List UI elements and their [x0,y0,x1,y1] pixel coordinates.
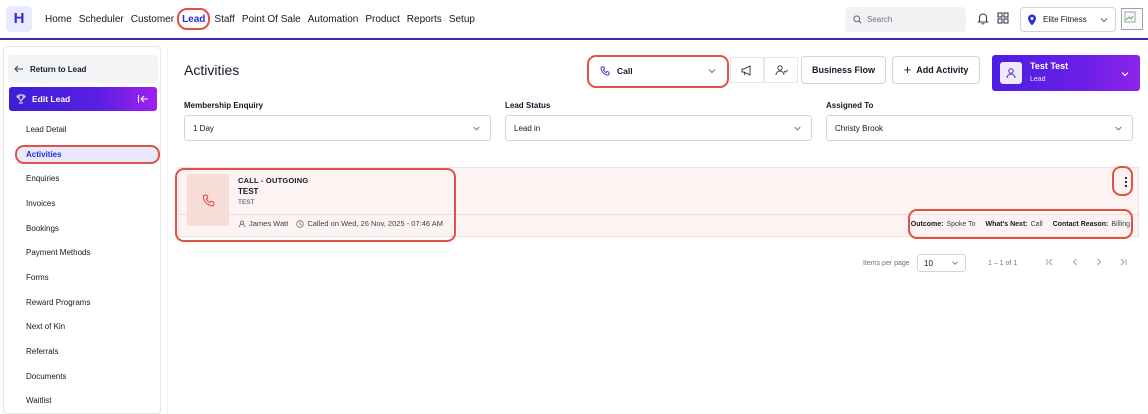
sidebar-item-label: Documents [26,371,67,381]
sidebar-item-label: Invoices [26,198,56,208]
top-navigation-bar: H Home Scheduler Customer Lead Staff Poi… [0,0,1148,40]
lead-status-label: Lead Status [505,101,551,110]
search-icon [853,15,862,24]
sidebar-item-label: Referrals [26,347,59,357]
lead-avatar [1000,62,1022,84]
sidebar-item-payment-methods[interactable]: Payment Methods [4,240,162,265]
assign-user-button[interactable] [764,57,798,83]
sidebar-item-reward-programs[interactable]: Reward Programs [4,290,162,315]
nav-staff[interactable]: Staff [214,14,234,25]
nav-lead[interactable]: Lead [177,8,211,30]
sidebar-item-lead-detail[interactable]: Lead Detail [4,117,162,142]
chevron-down-icon [1121,72,1129,77]
previous-page-icon[interactable] [1070,257,1080,267]
chevron-down-icon [1100,17,1108,22]
sidebar-item-activities[interactable]: Activities [4,142,162,167]
return-to-lead-button[interactable]: Return to Lead [8,55,158,83]
sidebar-item-label: Reward Programs [26,297,91,307]
sidebar-item-label: Forms [26,272,49,282]
bell-icon[interactable] [976,11,990,25]
edit-lead-header: Edit Lead [9,87,157,111]
nav-automation[interactable]: Automation [308,14,359,25]
main-nav: Home Scheduler Customer Lead Staff Point… [45,0,482,38]
items-per-page-select[interactable]: 10 [917,254,966,272]
nav-setup[interactable]: Setup [449,14,475,25]
plus-icon: + [903,62,912,77]
sidebar-item-label: Enquiries [26,174,60,184]
back-arrow-icon [14,65,23,73]
user-avatar[interactable] [1121,8,1143,30]
sidebar-item-label: Bookings [26,223,59,233]
location-name: Elite Fitness [1043,15,1087,24]
sidebar-item-invoices[interactable]: Invoices [4,191,162,216]
sidebar-item-label: Lead Detail [26,124,67,134]
highlight-outcomes [908,209,1133,239]
sidebar-item-label: Payment Methods [26,248,91,258]
sidebar-item-label: Waitlist [26,396,52,406]
nav-point-of-sale[interactable]: Point Of Sale [242,14,301,25]
sidebar-item-label: Activities [26,149,62,159]
highlight-activity-details [175,168,456,242]
chevron-down-icon [952,261,958,265]
items-per-page-value: 10 [924,258,933,268]
highlight-more-options [1112,166,1133,196]
page-title: Activities [184,62,240,78]
user-icon [1006,68,1016,79]
assigned-to-select[interactable]: Christy Brook [826,115,1133,141]
user-check-icon [775,64,788,75]
lead-sidebar: Return to Lead Edit Lead Lead Detail Act… [3,46,161,414]
business-flow-button[interactable]: Business Flow [801,56,886,84]
broken-image-icon [1124,11,1136,23]
nav-reports[interactable]: Reports [407,14,442,25]
assigned-to-label: Assigned To [826,101,874,110]
nav-customer[interactable]: Customer [131,14,174,25]
edit-lead-label: Edit Lead [32,94,71,104]
chevron-down-icon [473,126,480,131]
items-per-page-label: Items per page [863,260,910,267]
search-placeholder: Search [867,15,893,24]
add-activity-label: Add Activity [916,65,969,75]
first-page-icon[interactable] [1045,257,1055,267]
location-selector[interactable]: Elite Fitness [1020,7,1116,32]
membership-enquiry-label: Membership Enquiry [184,101,264,110]
highlight-activity-type [587,55,729,88]
last-page-icon[interactable] [1118,257,1128,267]
pagination-range: 1 – 1 of 1 [988,260,1018,267]
sidebar-item-bookings[interactable]: Bookings [4,216,162,241]
nav-scheduler[interactable]: Scheduler [79,14,124,25]
membership-enquiry-select[interactable]: 1 Day [184,115,491,141]
lead-profile-card[interactable]: Test Test Lead [992,55,1140,91]
assigned-to-value: Christy Brook [835,123,884,133]
location-pin-icon [1028,14,1036,25]
trophy-icon [16,94,26,104]
megaphone-icon [741,64,751,76]
sidebar-menu: Lead Detail Activities Enquiries Invoice… [4,117,162,413]
sidebar-item-forms[interactable]: Forms [4,265,162,290]
next-page-icon[interactable] [1094,257,1104,267]
lead-status-select[interactable]: Lead in [505,115,812,141]
grid-icon[interactable] [996,11,1010,25]
sidebar-item-enquiries[interactable]: Enquiries [4,166,162,191]
chevron-down-icon [794,126,801,131]
announcement-button[interactable] [730,57,764,83]
add-activity-button[interactable]: + Add Activity [892,56,980,84]
sidebar-item-waitlist[interactable]: Waitlist [4,389,162,414]
nav-home[interactable]: Home [45,14,72,25]
app-logo[interactable]: H [6,6,32,32]
return-label: Return to Lead [30,64,87,74]
sidebar-item-next-of-kin[interactable]: Next of Kin [4,315,162,340]
collapse-sidebar-icon[interactable] [137,94,149,104]
nav-product[interactable]: Product [365,14,399,25]
lead-name: Test Test [1030,61,1069,71]
membership-enquiry-value: 1 Day [193,123,214,133]
lead-role: Lead [1030,76,1046,83]
sidebar-item-label: Next of Kin [26,322,66,332]
chevron-down-icon [1115,126,1122,131]
sidebar-item-referrals[interactable]: Referrals [4,339,162,364]
sidebar-item-documents[interactable]: Documents [4,364,162,389]
lead-status-value: Lead in [514,123,541,133]
search-input[interactable]: Search [845,7,966,32]
